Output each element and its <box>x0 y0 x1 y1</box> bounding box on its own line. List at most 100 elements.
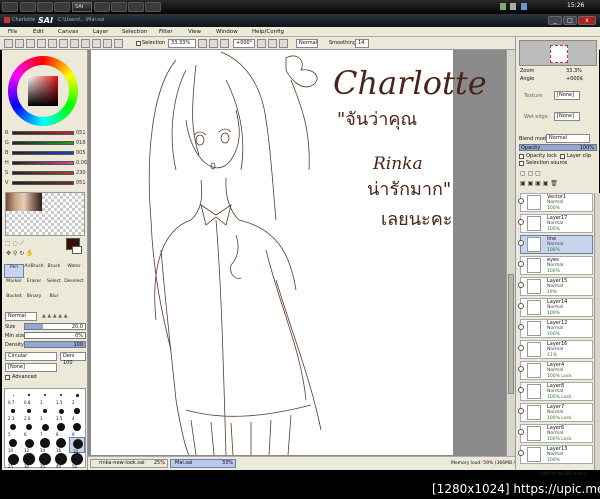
blend-select[interactable]: Normal <box>546 134 590 143</box>
volume-icon[interactable] <box>510 3 516 10</box>
tool-binary[interactable]: Binary <box>24 294 44 308</box>
layer-row[interactable]: Layer14 Normal 100% <box>518 298 593 317</box>
navigator-toggle-icon[interactable] <box>4 39 13 48</box>
brush-size-preset[interactable]: 10 <box>5 437 21 453</box>
layer-action-icons-2[interactable]: ▣ ▣ ▣ ▣ 🗑 <box>520 180 580 188</box>
menu-layer[interactable]: Layer <box>93 27 108 37</box>
taskbar-item-3[interactable] <box>111 2 127 12</box>
menu-edit[interactable]: Edit <box>33 27 44 37</box>
layer-row[interactable]: Layer17 Normal 100% <box>518 214 593 233</box>
menu-window[interactable]: Window <box>216 27 238 37</box>
tool-marker[interactable]: Marker <box>4 279 24 293</box>
brush-texture-select[interactable]: [None] <box>5 363 57 372</box>
quicklaunch-icon-1[interactable] <box>20 2 36 12</box>
quicklaunch-icon-2[interactable] <box>37 2 53 12</box>
tray-icon[interactable] <box>500 3 506 10</box>
brush-shape-strength[interactable]: Deni 100 <box>60 352 86 366</box>
menu-view[interactable]: View <box>188 27 201 37</box>
advanced-checkbox[interactable] <box>5 375 10 380</box>
color-slider-s[interactable] <box>12 171 74 175</box>
brush-size-preset[interactable]: 5 <box>5 421 21 437</box>
brush-size-preset[interactable]: 2.6 <box>21 405 37 421</box>
visibility-eye-icon[interactable] <box>518 450 524 456</box>
color-slider-r[interactable] <box>12 131 74 135</box>
color-slider-v[interactable] <box>12 181 74 185</box>
taskbar-item-sai[interactable]: SAI <box>72 2 92 12</box>
brush-size-preset[interactable]: 40 <box>53 453 69 469</box>
layer-row[interactable]: Layer12 Normal 100% <box>518 319 593 338</box>
layer-row[interactable]: Layer13 Normal 100% <box>518 445 593 464</box>
visibility-eye-icon[interactable] <box>518 240 524 246</box>
brush-size-preset[interactable]: 16 <box>53 437 69 453</box>
network-icon[interactable] <box>521 3 527 10</box>
brush-size-preset[interactable]: 20 <box>69 437 85 454</box>
visibility-eye-icon[interactable] <box>518 345 524 351</box>
menu-canvas[interactable]: Canvas <box>58 27 78 37</box>
visibility-eye-icon[interactable] <box>518 303 524 309</box>
brush-size-presets[interactable]: 0.7 0.8 1 1.5 2 2.3 2.6 3 3.5 4 5 6 7 8 9 10 12 14 16 20 25 3… <box>4 388 86 469</box>
brush-size-preset[interactable]: 50 <box>69 453 85 469</box>
vertical-scrollbar[interactable] <box>506 50 515 456</box>
tool-deselect[interactable]: Deselect <box>64 279 84 293</box>
brush-size-preset[interactable]: 2 <box>69 389 85 405</box>
brush-size-preset[interactable]: 1 <box>37 389 53 405</box>
color-wheel[interactable] <box>8 56 78 126</box>
tool-toggle-icon[interactable] <box>37 39 46 48</box>
rotate-right-icon[interactable] <box>268 39 277 48</box>
tool-pen[interactable]: Pen <box>4 264 24 278</box>
opacity-lock-checkbox[interactable] <box>519 154 524 159</box>
color-slider-g[interactable] <box>12 141 74 145</box>
tool-select[interactable]: Select <box>44 279 64 293</box>
visibility-eye-icon[interactable] <box>518 261 524 267</box>
layer-action-icons[interactable]: ▢ ▢ ▢ <box>520 170 580 178</box>
flip-icon[interactable] <box>279 39 288 48</box>
tool-airbrush[interactable]: AirBrush <box>24 264 44 278</box>
brush-size-preset[interactable]: 25 <box>5 453 21 469</box>
menu-filter[interactable]: Filter <box>159 27 173 37</box>
visibility-eye-icon[interactable] <box>518 198 524 204</box>
doc-tab-rinka[interactable]: rinka-new-look.sai 25% <box>90 459 168 468</box>
brush-size-preset[interactable]: 6 <box>21 421 37 437</box>
selection-source-checkbox[interactable] <box>519 161 524 166</box>
brush-size-preset[interactable]: 12 <box>21 437 37 453</box>
zoom-out-icon[interactable] <box>209 39 218 48</box>
visibility-eye-icon[interactable] <box>518 429 524 435</box>
start-button[interactable] <box>2 2 18 12</box>
panel-toggle-icon-2[interactable] <box>59 39 68 48</box>
selection-tools[interactable]: ⬚ ◌ ⟋ <box>5 240 55 248</box>
stabilizer-mode[interactable]: Normal <box>296 39 318 48</box>
menu-help[interactable]: Help/Config <box>252 27 284 37</box>
maximize-button[interactable]: □ <box>563 16 577 25</box>
brush-size-preset[interactable]: 0.8 <box>21 389 37 405</box>
canvas-area[interactable]: Charlotte "จันว่าคุณ Rinka น่ารักมาก" เล… <box>88 50 515 456</box>
quicklaunch-icon-3[interactable] <box>54 2 70 12</box>
brush-size-preset[interactable]: 3 <box>37 405 53 421</box>
brush-size-preset[interactable]: 35 <box>37 453 53 469</box>
panel-toggle-icon-6[interactable] <box>103 39 112 48</box>
brush-size-preset[interactable]: 30 <box>21 453 37 469</box>
tool-brush[interactable]: Brush <box>44 264 64 278</box>
panel-toggle-icon[interactable] <box>48 39 57 48</box>
smoothing-value[interactable]: 14 <box>355 39 369 48</box>
brush-mode-select[interactable]: Normal <box>5 312 37 321</box>
close-button[interactable]: x <box>578 16 596 25</box>
brush-size-preset[interactable]: 14 <box>37 437 53 453</box>
brush-size-preset[interactable]: 0.7 <box>5 389 21 405</box>
layer-row[interactable]: Layer4 Normal 100% Lock <box>518 361 593 380</box>
color-slider-h[interactable] <box>12 161 74 165</box>
layer-toggle-icon[interactable] <box>15 39 24 48</box>
menu-file[interactable]: File <box>8 27 17 37</box>
layer-row[interactable]: Vector1 Normal 100% <box>518 193 593 212</box>
brush-size-preset[interactable]: 7 <box>37 421 53 437</box>
brush-size-preset[interactable]: 9 <box>69 421 85 437</box>
brush-size-preset[interactable]: 3.5 <box>53 405 69 421</box>
visibility-eye-icon[interactable] <box>518 324 524 330</box>
brush-size-preset[interactable]: 8 <box>53 421 69 437</box>
layer-scrollbar[interactable] <box>594 193 600 470</box>
visibility-eye-icon[interactable] <box>518 408 524 414</box>
brush-shape-icons[interactable]: ▲ ▲ ▲ ▲ ▲ <box>42 313 84 319</box>
tool-blur[interactable]: Blur <box>44 294 64 308</box>
brush-size-preset[interactable]: 1.5 <box>53 389 69 405</box>
panel-toggle-icon-3[interactable] <box>70 39 79 48</box>
layer-row[interactable]: line Normal 100% <box>518 235 593 254</box>
